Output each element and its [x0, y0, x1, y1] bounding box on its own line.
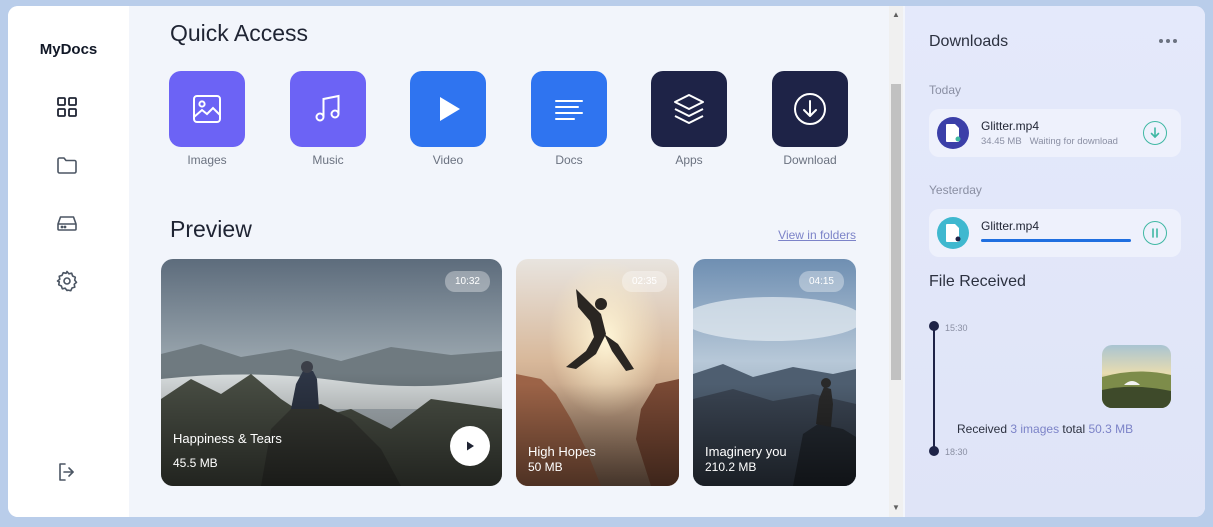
download-progress	[981, 239, 1131, 242]
quick-access-images[interactable]: Images	[169, 71, 245, 167]
quick-access-download[interactable]: Download	[772, 71, 848, 167]
duration-badge: 02:35	[621, 271, 667, 292]
main-scrollbar[interactable]: ▲ ▼	[889, 6, 903, 517]
view-in-folders-link[interactable]: View in folders	[778, 228, 856, 242]
received-total: 50.3 MB	[1088, 422, 1134, 436]
sidebar: MyDocs	[8, 6, 129, 517]
card-size: 50 MB	[528, 460, 563, 474]
folder-icon[interactable]	[54, 152, 80, 178]
download-icon	[772, 71, 848, 147]
received-summary: Received 3 images total 50.3 MB	[957, 422, 1133, 436]
download-size: 34.45 MB	[981, 136, 1022, 147]
quick-access-label: Apps	[675, 153, 703, 167]
play-icon	[467, 441, 474, 451]
received-image-thumbnail[interactable]	[1102, 345, 1171, 408]
gear-icon[interactable]	[54, 268, 80, 294]
app-window: MyDocs Quick Access Images Music Video D…	[8, 6, 1205, 517]
quick-access-apps[interactable]: Apps	[651, 71, 727, 167]
download-status: Waiting for download	[1029, 136, 1118, 147]
quick-access-music[interactable]: Music	[290, 71, 366, 167]
received-mid: total	[1062, 422, 1086, 436]
download-arrow-icon	[1150, 127, 1160, 138]
download-filename: Glitter.mp4	[981, 219, 1040, 233]
duration-badge: 10:32	[444, 271, 490, 292]
preview-card[interactable]: 10:32 Happiness & Tears 45.5 MB	[161, 259, 502, 486]
card-title: High Hopes	[528, 444, 596, 459]
download-button[interactable]	[1143, 121, 1167, 145]
scroll-thumb[interactable]	[891, 84, 901, 380]
timeline-line	[933, 326, 935, 451]
preview-card[interactable]: 02:35 High Hopes 50 MB	[516, 259, 679, 486]
pause-button[interactable]	[1143, 221, 1167, 245]
downloads-panel: Downloads Today Glitter.mp4 34.45 MB Wai…	[905, 6, 1205, 517]
download-meta: 34.45 MB Waiting for download	[981, 136, 1118, 147]
timeline-dot	[929, 321, 939, 331]
brand-logo: MyDocs	[39, 41, 98, 58]
play-icon	[410, 71, 486, 147]
received-count[interactable]: 3 images	[1010, 422, 1059, 436]
pause-icon	[1152, 228, 1158, 238]
received-prefix: Received	[957, 422, 1008, 436]
today-label: Today	[929, 83, 962, 97]
quick-access-docs[interactable]: Docs	[531, 71, 607, 167]
quick-access-video[interactable]: Video	[410, 71, 486, 167]
card-size: 45.5 MB	[173, 456, 218, 470]
main-content: Quick Access Images Music Video Docs App…	[129, 6, 889, 517]
yesterday-label: Yesterday	[929, 183, 982, 197]
grid-icon[interactable]	[54, 94, 80, 120]
scroll-down-icon[interactable]: ▼	[889, 501, 903, 515]
music-icon	[290, 71, 366, 147]
landscape-image	[1102, 345, 1171, 408]
layers-icon	[651, 71, 727, 147]
download-item[interactable]: Glitter.mp4	[929, 209, 1181, 257]
preview-title: Preview	[170, 216, 252, 242]
quick-access-title: Quick Access	[170, 20, 309, 46]
quick-access-label: Download	[783, 153, 837, 167]
logout-icon[interactable]	[54, 459, 80, 485]
file-icon	[937, 117, 969, 149]
image-icon	[169, 71, 245, 147]
download-filename: Glitter.mp4	[981, 119, 1040, 133]
preview-card[interactable]: 04:15 Imaginery you 210.2 MB	[693, 259, 856, 486]
card-title: Imaginery you	[705, 444, 787, 459]
file-received-title: File Received	[929, 273, 1026, 290]
card-title: Happiness & Tears	[173, 431, 282, 446]
card-size: 210.2 MB	[705, 460, 757, 474]
download-progress-fill	[981, 239, 1131, 242]
quick-access-label: Docs	[555, 153, 583, 167]
timeline-time: 15:30	[945, 323, 968, 333]
more-options-icon[interactable]	[1159, 39, 1177, 43]
duration-badge: 04:15	[798, 271, 844, 292]
docs-icon	[531, 71, 607, 147]
file-icon	[937, 217, 969, 249]
downloads-title: Downloads	[929, 33, 1009, 50]
download-item[interactable]: Glitter.mp4 34.45 MB Waiting for downloa…	[929, 109, 1181, 157]
quick-access-label: Images	[187, 153, 227, 167]
quick-access-label: Music	[312, 153, 344, 167]
quick-access-label: Video	[432, 153, 464, 167]
play-button[interactable]	[450, 426, 490, 466]
drive-icon[interactable]	[54, 210, 80, 236]
timeline-time: 18:30	[945, 447, 968, 457]
scroll-up-icon[interactable]: ▲	[889, 8, 903, 22]
timeline-dot	[929, 446, 939, 456]
